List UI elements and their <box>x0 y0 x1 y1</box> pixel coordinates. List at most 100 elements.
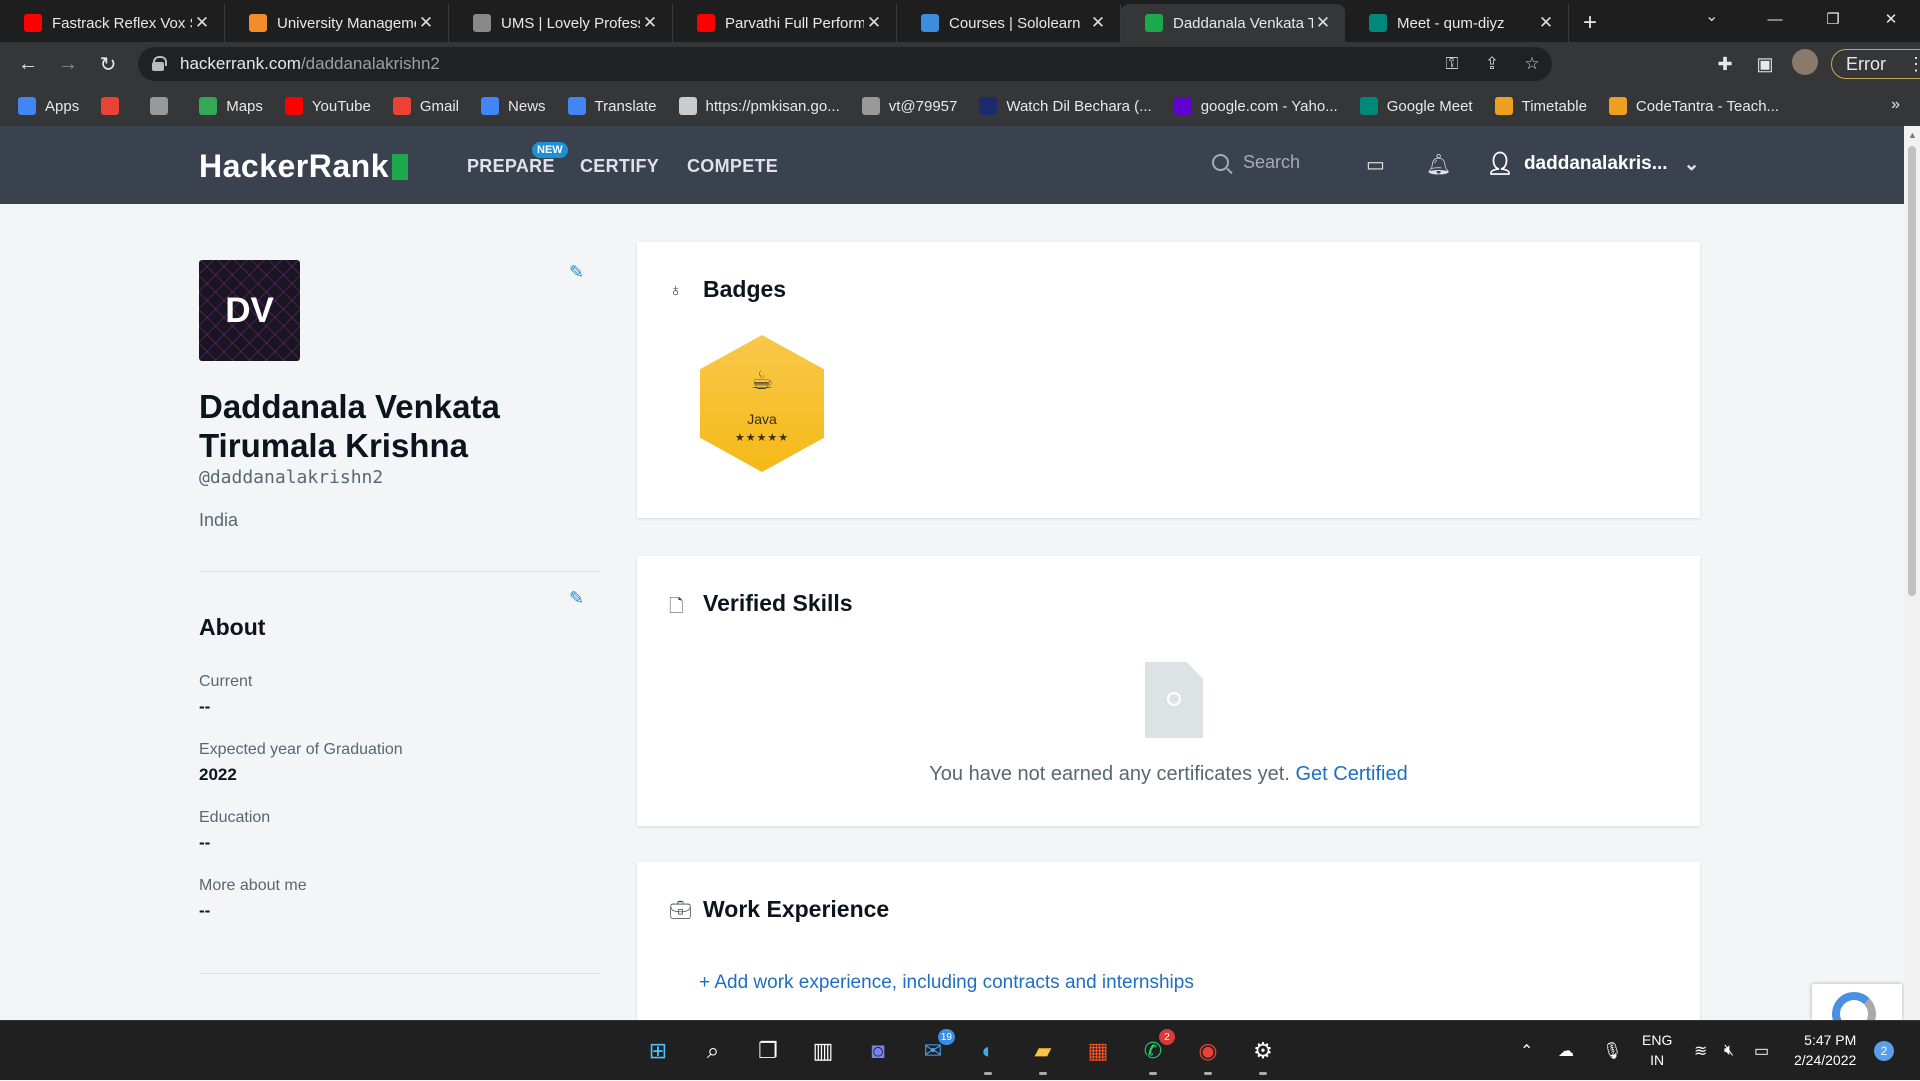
profile-avatar[interactable] <box>1785 48 1825 80</box>
app-badge-count: 19 <box>937 1029 955 1045</box>
clock-date: 2/24/2022 <box>1794 1052 1857 1068</box>
close-tab-icon[interactable]: ✕ <box>640 13 660 33</box>
bookmark-item[interactable]: Watch Dil Bechara (... <box>979 97 1152 115</box>
scrollbar-thumb[interactable] <box>1908 146 1916 596</box>
widgets-icon[interactable]: ▥ <box>805 1033 841 1069</box>
bookmark-item[interactable]: Translate <box>567 97 657 115</box>
bookmark-item[interactable]: Google Meet <box>1359 97 1473 115</box>
bookmark-item[interactable]: News <box>481 97 546 115</box>
store-icon[interactable]: ▦ <box>1080 1033 1116 1069</box>
bookmark-item[interactable]: vt@79957 <box>861 97 957 115</box>
edge-icon[interactable]: ◐ <box>970 1033 1006 1075</box>
browser-tab[interactable]: Courses | Sololearn ✕ <box>897 4 1121 42</box>
close-tab-icon[interactable]: ✕ <box>1313 13 1333 33</box>
nav-prepare[interactable]: PREPARE <box>467 156 555 177</box>
extensions-puzzle-icon[interactable]: ✚ <box>1705 54 1745 75</box>
search-icon[interactable]: ⌕ <box>695 1033 731 1069</box>
settings-icon[interactable]: ⚙ <box>1245 1033 1281 1075</box>
bookmark-item[interactable]: Gmail <box>392 97 460 115</box>
messages-icon[interactable]: ▭ <box>1366 152 1385 177</box>
java-badge[interactable]: ☕︎ Java ★★★★★ <box>700 335 824 472</box>
wifi-icon[interactable]: ≋ <box>1694 1021 1707 1081</box>
field-graduation-value: 2022 <box>199 765 237 784</box>
hackerrank-logo[interactable]: HackerRank <box>199 148 408 185</box>
apps-grid-icon <box>18 97 36 115</box>
language-indicator[interactable]: ENG IN <box>1642 1030 1672 1070</box>
bookmark-item[interactable]: Apps <box>18 97 79 115</box>
whatsapp-icon[interactable]: ✆ 2 <box>1135 1029 1175 1075</box>
nav-certify[interactable]: CERTIFY <box>580 156 659 177</box>
bookmark-star-icon[interactable]: ☆ <box>1512 54 1552 74</box>
system-clock[interactable]: 5:47 PM 2/24/2022 <box>1794 1030 1856 1070</box>
bookmark-item[interactable]: CodeTantra - Teach... <box>1608 97 1779 115</box>
tab-title: Fastrack Reflex Vox Sm <box>52 14 192 32</box>
microphone-icon[interactable]: 🎙︎ <box>1602 1021 1622 1081</box>
onedrive-icon[interactable]: ☁︎ <box>1558 1021 1574 1081</box>
battery-icon[interactable]: ▭ <box>1754 1021 1769 1081</box>
start-icon[interactable]: ⊞ <box>640 1033 676 1069</box>
bookmark-item[interactable] <box>101 97 128 115</box>
browser-tab[interactable]: Daddanala Venkata T ✕ <box>1121 4 1345 42</box>
close-tab-icon[interactable]: ✕ <box>192 13 212 33</box>
file-explorer-icon[interactable]: ▰ <box>1025 1033 1061 1075</box>
restore-button[interactable]: ❐ <box>1804 0 1862 38</box>
hackerrank-navbar: HackerRank PREPARE NEW CERTIFY COMPETE S… <box>0 126 1904 204</box>
recaptcha-badge[interactable] <box>1812 984 1902 1020</box>
scroll-up-icon[interactable]: ▲ <box>1908 130 1917 140</box>
browser-tab[interactable]: University Manageme ✕ <box>225 4 449 42</box>
reload-icon[interactable]: ↻ <box>88 46 128 82</box>
edit-profile-icon[interactable]: ✎ <box>569 262 584 283</box>
get-certified-link[interactable]: Get Certified <box>1295 763 1407 785</box>
user-menu[interactable]: 👤︎ daddanalakris... ⌄ <box>1486 151 1699 177</box>
back-arrow-icon[interactable]: ← <box>8 46 48 82</box>
bookmark-item[interactable] <box>150 97 177 115</box>
browser-tab[interactable]: Parvathi Full Performa ✕ <box>673 4 897 42</box>
mail-icon[interactable]: ✉ 19 <box>915 1029 955 1069</box>
key-icon[interactable]: ⚿ <box>1432 54 1472 74</box>
bookmark-item[interactable]: https://pmkisan.go... <box>678 97 840 115</box>
teams-chat-icon[interactable]: ◙ <box>860 1033 896 1069</box>
edit-about-icon[interactable]: ✎ <box>569 588 584 609</box>
close-tab-icon[interactable]: ✕ <box>1088 13 1108 33</box>
close-window-button[interactable]: ✕ <box>1862 0 1920 38</box>
more-bookmarks-chevron-icon[interactable]: » <box>1891 96 1900 114</box>
bookmark-item[interactable]: Maps <box>199 97 263 115</box>
search-input[interactable]: Search <box>1212 152 1300 173</box>
close-tab-icon[interactable]: ✕ <box>416 13 436 33</box>
add-work-experience-link[interactable]: + Add work experience, including contrac… <box>699 972 1194 994</box>
meet-icon <box>1369 14 1387 32</box>
notification-count-badge[interactable]: 2 <box>1874 1041 1894 1061</box>
user-icon: 👤︎ <box>1486 151 1514 176</box>
volume-muted-icon[interactable]: 🔇︎ <box>1724 1021 1734 1081</box>
task-view-icon[interactable]: ❐ <box>750 1033 786 1069</box>
browser-tab[interactable]: UMS | Lovely Professio✕ <box>449 4 673 42</box>
youtube-icon <box>697 14 715 32</box>
close-tab-icon[interactable]: ✕ <box>1536 13 1556 33</box>
minimize-button[interactable]: — <box>1746 0 1804 38</box>
nav-compete[interactable]: COMPETE <box>687 156 778 177</box>
browser-tab[interactable]: Meet - qum-diyz ✕ <box>1345 4 1569 42</box>
new-tab-button[interactable]: + <box>1569 4 1611 42</box>
bookmark-item[interactable]: Timetable <box>1494 97 1587 115</box>
show-hidden-icons-chevron-icon[interactable]: ⌃ <box>1520 1021 1533 1081</box>
tab-search-chevron-icon[interactable]: ⌄ <box>1705 6 1718 26</box>
kebab-menu-icon: ⋮ <box>1907 53 1920 74</box>
bookmark-item[interactable]: google.com - Yaho... <box>1173 97 1338 115</box>
close-tab-icon[interactable]: ✕ <box>864 13 884 33</box>
forward-arrow-icon[interactable]: → <box>48 46 88 82</box>
lock-icon[interactable] <box>152 56 167 71</box>
chrome-icon[interactable]: ◉ <box>1190 1033 1226 1075</box>
work-experience-heading: Work Experience <box>703 896 890 922</box>
notifications-bell-icon[interactable]: 🔔︎ <box>1426 152 1451 177</box>
bookmark-label: google.com - Yaho... <box>1200 97 1338 115</box>
browser-tab[interactable]: Fastrack Reflex Vox Sm✕ <box>0 4 225 42</box>
bookmark-item[interactable]: YouTube <box>284 97 371 115</box>
page-scrollbar[interactable]: ▲ <box>1904 126 1920 1020</box>
error-button[interactable]: Error ⋮ <box>1831 49 1920 79</box>
bookmark-label: Gmail <box>419 97 460 115</box>
side-panel-icon[interactable]: ▣ <box>1745 54 1785 75</box>
url-bar[interactable]: hackerrank.com/daddanalakrishn2 ⚿ ⇪ ☆ <box>138 47 1552 81</box>
share-icon[interactable]: ⇪ <box>1472 54 1512 74</box>
field-education-label: Education <box>199 809 271 826</box>
youtube-icon <box>24 14 42 32</box>
